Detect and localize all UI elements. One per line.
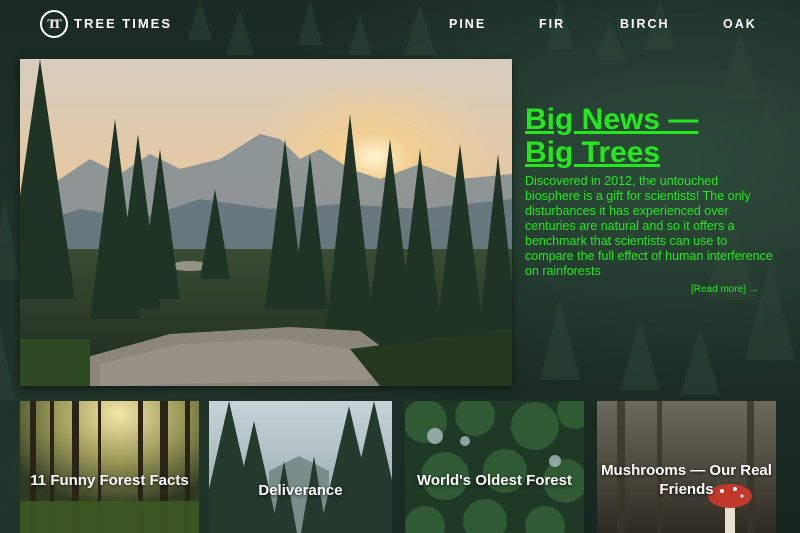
card-title: World's Oldest Forest: [417, 472, 572, 489]
card-title: Deliverance: [258, 482, 343, 499]
logo-monogram: TT: [47, 16, 61, 31]
site-header: TT TREE TIMES PINE FIR BIRCH OAK: [0, 0, 800, 48]
article-card-worlds-oldest-forest[interactable]: World's Oldest Forest: [405, 401, 584, 533]
hero-summary: Discovered in 2012, the untouched biosph…: [525, 174, 773, 278]
card-title: Mushrooms — Our Real Friends: [601, 462, 772, 498]
nav-item-pine[interactable]: PINE: [449, 17, 486, 31]
card-title: 11 Funny Forest Facts: [30, 472, 189, 489]
card-image-forest-sunlight: [20, 401, 199, 533]
article-card-mushrooms[interactable]: Mushrooms — Our Real Friends: [597, 401, 776, 533]
card-image-treetops-aerial: [405, 401, 584, 533]
read-more-link[interactable]: [Read more] →: [691, 284, 759, 295]
hero-headline-line2: Big Trees: [525, 136, 661, 169]
site-brand-name[interactable]: TREE TIMES: [74, 16, 172, 31]
card-image-forest-valley: [209, 401, 392, 533]
hero-headline-line1: Big News —: [525, 103, 699, 136]
hero-image[interactable]: [20, 59, 512, 386]
article-card-funny-forest-facts[interactable]: 11 Funny Forest Facts: [20, 401, 199, 533]
site-logo[interactable]: TT: [40, 10, 68, 38]
nav-item-fir[interactable]: FIR: [539, 17, 565, 31]
hero-headline[interactable]: Big News — Big Trees: [525, 103, 785, 169]
nav-item-oak[interactable]: OAK: [723, 17, 757, 31]
article-card-deliverance[interactable]: Deliverance: [209, 401, 392, 533]
nav-item-birch[interactable]: BIRCH: [620, 17, 670, 31]
